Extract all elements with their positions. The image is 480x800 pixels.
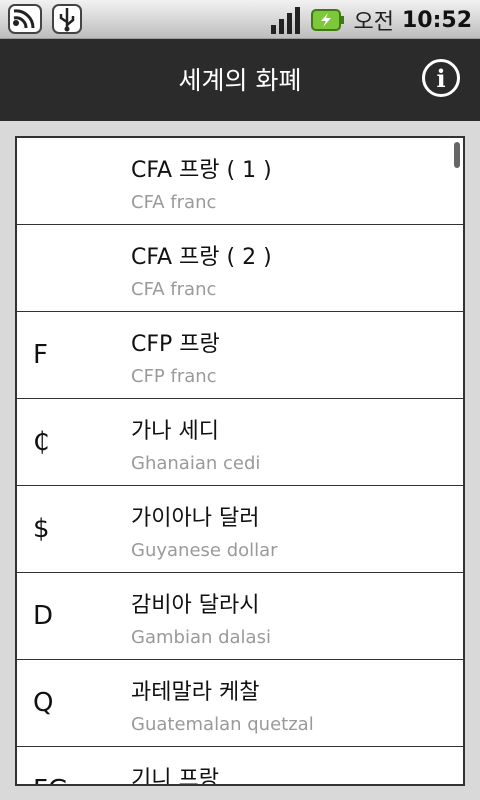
currency-symbol: F xyxy=(33,340,48,370)
list-item[interactable]: CFA 프랑 ( 1 ) CFA franc xyxy=(17,138,463,225)
currency-symbol: FG xyxy=(33,775,68,784)
currency-name: CFA 프랑 ( 2 ) xyxy=(131,245,272,270)
currency-name: 가나 세디 xyxy=(131,419,219,444)
list-item[interactable]: F CFP 프랑 CFP franc xyxy=(17,312,463,399)
page-title: 세계의 화폐 xyxy=(178,66,302,95)
currency-name: 과테말라 케찰 xyxy=(131,680,260,705)
currency-symbol: D xyxy=(33,601,54,631)
list-item[interactable]: Q 과테말라 케찰 Guatemalan quetzal xyxy=(17,660,463,747)
currency-name: 감비아 달라시 xyxy=(131,593,260,618)
list-item[interactable]: ₵ 가나 세디 Ghanaian cedi xyxy=(17,399,463,486)
info-button[interactable]: i xyxy=(422,59,460,97)
status-bar: 오전 10:52 xyxy=(0,0,480,39)
currency-english-name: Guyanese dollar xyxy=(131,540,278,561)
clock-ampm: 오전 xyxy=(353,10,394,35)
info-icon: i xyxy=(436,64,446,93)
currency-english-name: Ghanaian cedi xyxy=(131,453,261,474)
signal-icon xyxy=(271,7,301,34)
currency-symbol: $ xyxy=(33,514,50,544)
currency-symbol: Q xyxy=(33,688,54,718)
wifi-notification-icon xyxy=(8,4,42,34)
currency-name: CFP 프랑 xyxy=(131,332,220,357)
currency-symbol: ₵ xyxy=(33,427,50,457)
clock-time: 10:52 xyxy=(401,7,472,33)
battery-charging-icon xyxy=(311,9,345,31)
usb-icon xyxy=(52,4,82,34)
list-item[interactable]: CFA 프랑 ( 2 ) CFA franc xyxy=(17,225,463,312)
list-item[interactable]: $ 가이아나 달러 Guyanese dollar xyxy=(17,486,463,573)
currency-name: CFA 프랑 ( 1 ) xyxy=(131,158,272,183)
scrollbar-thumb[interactable] xyxy=(454,142,460,168)
list-item[interactable]: D 감비아 달라시 Gambian dalasi xyxy=(17,573,463,660)
currency-english-name: CFP franc xyxy=(131,366,217,387)
title-bar: 세계의 화폐 i xyxy=(0,39,480,121)
currency-english-name: CFA franc xyxy=(131,279,217,300)
currency-name: 기니 프랑 xyxy=(131,767,219,786)
currency-english-name: CFA franc xyxy=(131,192,217,213)
currency-list[interactable]: CFA 프랑 ( 1 ) CFA franc CFA 프랑 ( 2 ) CFA … xyxy=(15,136,465,786)
currency-english-name: Gambian dalasi xyxy=(131,627,271,648)
currency-english-name: Guatemalan quetzal xyxy=(131,714,314,735)
currency-name: 가이아나 달러 xyxy=(131,506,260,531)
list-item[interactable]: FG 기니 프랑 xyxy=(17,747,463,786)
